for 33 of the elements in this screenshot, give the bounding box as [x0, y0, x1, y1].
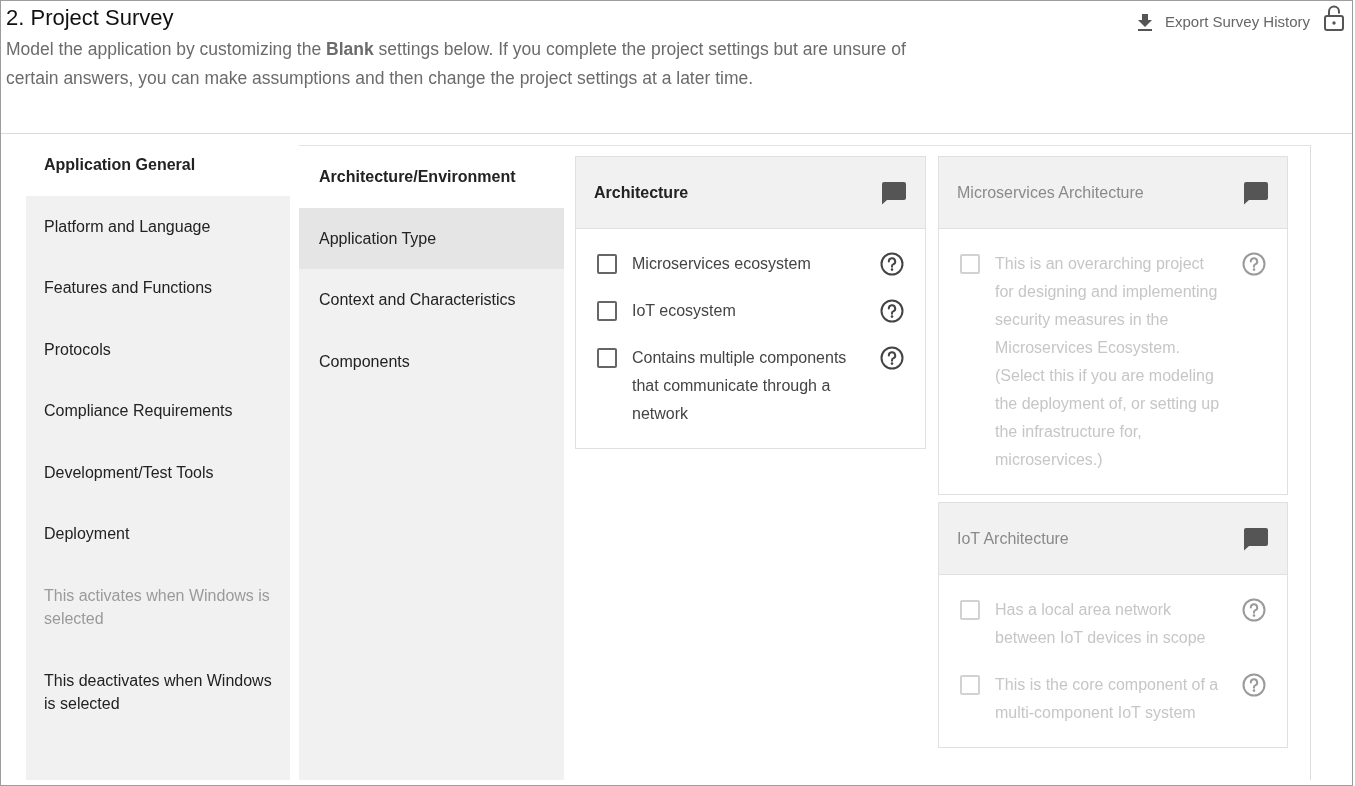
section-nav-item[interactable]: Platform and Language: [26, 195, 290, 257]
option-label: This is the core component of a multi-component IoT system: [995, 675, 1220, 723]
group-title: IoT Architecture: [957, 528, 1069, 549]
option-label: Contains multiple components that communicate through a network: [632, 348, 848, 424]
section-nav-item[interactable]: Application General: [26, 134, 290, 196]
option-label: This is an overarching project for designing and implementing security measures in the Microservices Ecosystem. (Select this if you are modeling the deployment of, or setting up the infrastructure for, microservices.): [995, 254, 1221, 470]
download-icon: [1137, 13, 1152, 31]
help-icon[interactable]: [880, 299, 904, 323]
group-title: Architecture: [594, 182, 689, 203]
description-text: Model the application by customizing the Blank settings below. If you complete the project settings but are unsure of certain answers, you can make assumptions and then change the project settings at a later time.: [6, 38, 907, 90]
option-label: Has a local area network between IoT devices in scope: [995, 600, 1207, 648]
section-nav-item[interactable]: Compliance Requirements: [26, 380, 290, 442]
subsection-tab[interactable]: Application Type: [299, 207, 564, 269]
help-icon[interactable]: [880, 252, 904, 276]
subsection-tab[interactable]: Context and Characteristics: [299, 269, 564, 331]
section-nav-item[interactable]: Development/Test Tools: [26, 441, 290, 503]
section-nav-item[interactable]: Deployment: [26, 503, 290, 565]
page-title: 2. Project Survey: [6, 4, 175, 32]
help-icon[interactable]: [880, 346, 904, 370]
padlock-icon[interactable]: [1324, 5, 1344, 31]
option-label: Microservices ecosystem: [632, 254, 812, 274]
export-history-link[interactable]: Export Survey History: [1137, 11, 1310, 34]
comment-icon[interactable]: [881, 180, 907, 205]
subsection-tab[interactable]: Architecture/Environment: [299, 146, 564, 208]
checkbox[interactable]: [597, 301, 617, 321]
section-nav-item[interactable]: Protocols: [26, 318, 290, 380]
checkbox[interactable]: [597, 348, 617, 368]
checkbox[interactable]: [597, 254, 617, 274]
option-label: IoT ecosystem: [632, 301, 737, 321]
section-nav-item[interactable]: This deactivates when Windows is selected: [26, 649, 290, 735]
section-nav-item[interactable]: Features and Functions: [26, 257, 290, 319]
group-title: Microservices Architecture: [957, 182, 1144, 203]
subsection-tab[interactable]: Components: [299, 330, 564, 392]
